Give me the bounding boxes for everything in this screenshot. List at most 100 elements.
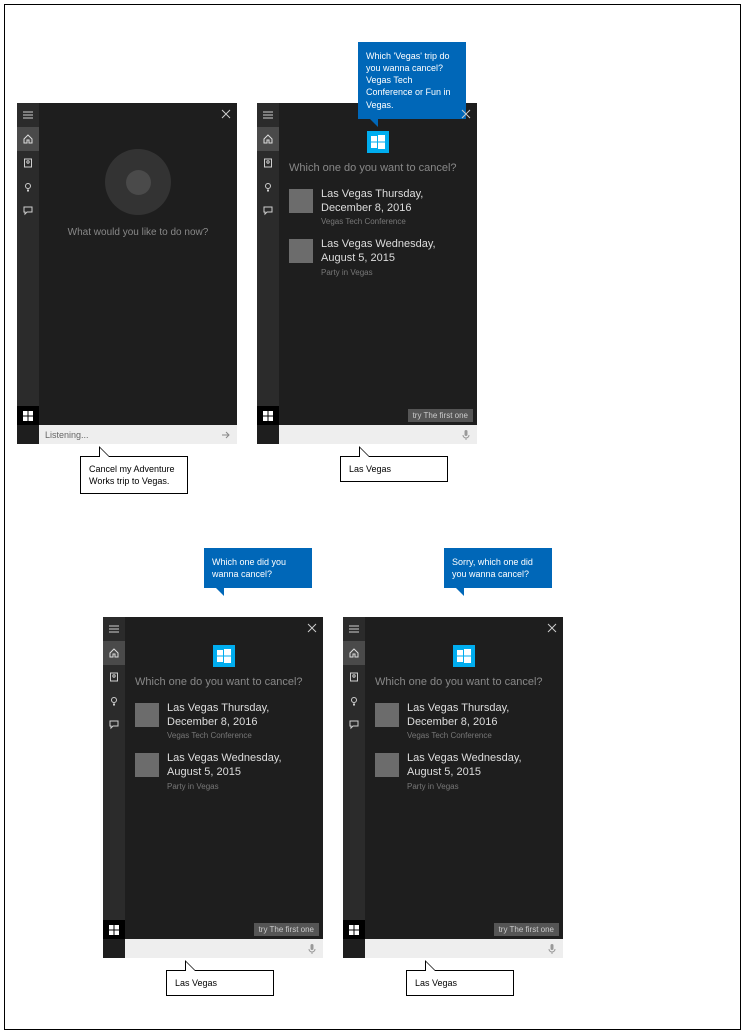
user-callout-2: Las Vegas <box>340 456 448 482</box>
bulb-icon[interactable] <box>343 689 365 713</box>
menu-icon[interactable] <box>343 617 365 641</box>
notebook-icon[interactable] <box>343 665 365 689</box>
user-callout-4: Las Vegas <box>406 970 514 996</box>
option-thumbnail <box>289 239 313 263</box>
tts-bubble-3: Which one did you wanna cancel? <box>204 548 312 588</box>
suggestion-chip[interactable]: try The first one <box>494 923 559 936</box>
option-subtitle: Vegas Tech Conference <box>407 731 553 740</box>
cortana-panel-4: Which one do you want to cancel? Las Veg… <box>343 617 563 958</box>
option-thumbnail <box>375 753 399 777</box>
option-subtitle: Vegas Tech Conference <box>167 731 313 740</box>
callout-text: Cancel my Adventure Works trip to Vegas. <box>89 464 175 486</box>
sidebar <box>17 103 39 425</box>
option-2[interactable]: Las Vegas Wednesday, August 5, 2015 Part… <box>279 232 477 283</box>
app-tile-icon <box>213 645 235 667</box>
notebook-icon[interactable] <box>103 665 125 689</box>
start-button[interactable] <box>257 406 279 425</box>
mic-icon[interactable] <box>547 944 557 954</box>
feedback-icon[interactable] <box>17 199 39 223</box>
cortana-orb-inner <box>126 170 151 195</box>
prompt-text: Which one do you want to cancel? <box>279 153 477 182</box>
home-icon[interactable] <box>103 641 125 665</box>
home-icon[interactable] <box>257 127 279 151</box>
option-title: Las Vegas Wednesday, August 5, 2015 <box>407 752 553 780</box>
option-thumbnail <box>289 189 313 213</box>
option-subtitle: Vegas Tech Conference <box>321 217 467 226</box>
bulb-icon[interactable] <box>17 175 39 199</box>
cortana-panel-1: What would you like to do now? Listening… <box>17 103 237 444</box>
titlebar <box>125 617 323 639</box>
tts-text: Sorry, which one did you wanna cancel? <box>452 557 533 579</box>
option-title: Las Vegas Thursday, December 8, 2016 <box>407 702 553 730</box>
titlebar <box>279 103 477 125</box>
home-icon[interactable] <box>17 127 39 151</box>
bulb-icon[interactable] <box>103 689 125 713</box>
start-button[interactable] <box>17 406 39 425</box>
sidebar <box>257 103 279 425</box>
option-2[interactable]: Las Vegas Wednesday, August 5, 2015 Part… <box>125 746 323 797</box>
app-tile-icon <box>367 131 389 153</box>
option-thumbnail <box>135 753 159 777</box>
feedback-icon[interactable] <box>257 199 279 223</box>
option-title: Las Vegas Thursday, December 8, 2016 <box>167 702 313 730</box>
menu-icon[interactable] <box>17 103 39 127</box>
suggestion-chip[interactable]: try The first one <box>408 409 473 422</box>
notebook-icon[interactable] <box>257 151 279 175</box>
option-title: Las Vegas Thursday, December 8, 2016 <box>321 188 467 216</box>
start-button[interactable] <box>103 920 125 939</box>
option-1[interactable]: Las Vegas Thursday, December 8, 2016 Veg… <box>279 182 477 233</box>
menu-icon[interactable] <box>257 103 279 127</box>
option-title: Las Vegas Wednesday, August 5, 2015 <box>167 752 313 780</box>
close-icon[interactable] <box>221 109 231 119</box>
feedback-icon[interactable] <box>103 713 125 737</box>
feedback-icon[interactable] <box>343 713 365 737</box>
cortana-panel-3: Which one do you want to cancel? Las Veg… <box>103 617 323 958</box>
start-button[interactable] <box>343 920 365 939</box>
greeting-text: What would you like to do now? <box>39 227 237 238</box>
mic-icon[interactable] <box>307 944 317 954</box>
titlebar <box>39 103 237 125</box>
content-area: Which one do you want to cancel? Las Veg… <box>125 639 323 939</box>
prompt-text: Which one do you want to cancel? <box>365 667 563 696</box>
option-subtitle: Party in Vegas <box>407 782 553 791</box>
option-1[interactable]: Las Vegas Thursday, December 8, 2016 Veg… <box>365 696 563 747</box>
search-input-bar[interactable] <box>365 939 563 958</box>
search-input-bar[interactable] <box>125 939 323 958</box>
close-icon[interactable] <box>547 623 557 633</box>
notebook-icon[interactable] <box>17 151 39 175</box>
go-icon[interactable] <box>221 430 231 440</box>
user-callout-3: Las Vegas <box>166 970 274 996</box>
option-thumbnail <box>135 703 159 727</box>
tts-text: Which one did you wanna cancel? <box>212 557 286 579</box>
prompt-text: Which one do you want to cancel? <box>125 667 323 696</box>
mic-icon[interactable] <box>461 430 471 440</box>
sidebar <box>103 617 125 939</box>
callout-text: Las Vegas <box>349 464 391 474</box>
menu-icon[interactable] <box>103 617 125 641</box>
option-1[interactable]: Las Vegas Thursday, December 8, 2016 Veg… <box>125 696 323 747</box>
cortana-panel-2: Which one do you want to cancel? Las Veg… <box>257 103 477 444</box>
option-2[interactable]: Las Vegas Wednesday, August 5, 2015 Part… <box>365 746 563 797</box>
close-icon[interactable] <box>461 109 471 119</box>
content-area: What would you like to do now? <box>39 125 237 425</box>
user-callout-1: Cancel my Adventure Works trip to Vegas. <box>80 456 188 494</box>
content-area: Which one do you want to cancel? Las Veg… <box>365 639 563 939</box>
tts-text: Which 'Vegas' trip do you wanna cancel? … <box>366 51 451 110</box>
sidebar <box>343 617 365 939</box>
search-input-bar[interactable] <box>279 425 477 444</box>
option-thumbnail <box>375 703 399 727</box>
search-input-text[interactable]: Listening... <box>45 430 215 440</box>
option-subtitle: Party in Vegas <box>167 782 313 791</box>
suggestion-chip[interactable]: try The first one <box>254 923 319 936</box>
close-icon[interactable] <box>307 623 317 633</box>
bulb-icon[interactable] <box>257 175 279 199</box>
callout-text: Las Vegas <box>415 978 457 988</box>
titlebar <box>365 617 563 639</box>
option-title: Las Vegas Wednesday, August 5, 2015 <box>321 238 467 266</box>
search-input-bar[interactable]: Listening... <box>39 425 237 444</box>
home-icon[interactable] <box>343 641 365 665</box>
cortana-orb <box>105 149 171 215</box>
callout-text: Las Vegas <box>175 978 217 988</box>
app-tile-icon <box>453 645 475 667</box>
content-area: Which one do you want to cancel? Las Veg… <box>279 125 477 425</box>
